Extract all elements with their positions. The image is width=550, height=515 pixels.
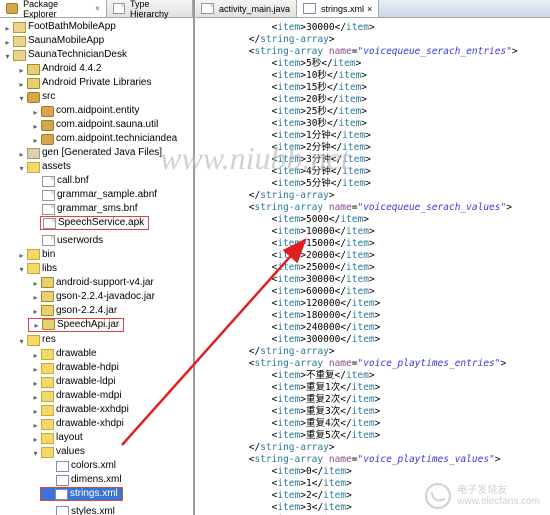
- jar-icon: [41, 291, 54, 302]
- gen-folder-node[interactable]: ▸gen [Generated Java Files]: [0, 146, 193, 160]
- tab-label: strings.xml: [321, 4, 364, 14]
- footer-watermark: 电子发烧友 www.elecfans.com: [425, 483, 540, 509]
- file-icon: [43, 218, 56, 229]
- xml-icon: [56, 475, 69, 486]
- highlighted-file[interactable]: ▸SpeechApi.jar: [28, 318, 124, 332]
- src-folder-node[interactable]: ▾src: [0, 90, 193, 104]
- project-icon: [13, 22, 26, 33]
- footer-url: www.elecfans.com: [457, 496, 540, 507]
- project-node[interactable]: ▸FootBathMobileApp: [0, 20, 193, 34]
- file-icon: [42, 176, 55, 187]
- folder-node[interactable]: ▸drawable-xhdpi: [0, 417, 193, 431]
- folder-node[interactable]: ▸bin: [0, 248, 193, 262]
- file-node[interactable]: call.bnf: [0, 174, 193, 188]
- file-node[interactable]: grammar_sms.bnf: [0, 202, 193, 216]
- folder-icon: [41, 377, 54, 388]
- package-explorer-panel: Package Explorer × Type Hierarchy ▸FootB…: [0, 0, 195, 515]
- folder-icon: [41, 419, 54, 430]
- package-node[interactable]: ▸com.aidpoint.techniciandea: [0, 132, 193, 146]
- editor-tab-strings-xml[interactable]: strings.xml ×: [297, 0, 379, 17]
- package-icon: [41, 120, 54, 131]
- gen-folder-icon: [27, 148, 40, 159]
- folder-node[interactable]: ▸drawable-hdpi: [0, 361, 193, 375]
- tab-package-explorer[interactable]: Package Explorer ×: [0, 0, 107, 17]
- tab-label: Package Explorer: [23, 0, 88, 19]
- folder-node[interactable]: ▸drawable: [0, 347, 193, 361]
- editor-tab-activity-main[interactable]: activity_main.java: [195, 0, 297, 17]
- jar-node[interactable]: ▸android-support-v4.jar: [0, 276, 193, 290]
- project-tree[interactable]: ▸FootBathMobileApp ▸SaunaMobileApp ▾Saun…: [0, 18, 193, 515]
- file-icon: [42, 204, 55, 215]
- folder-node[interactable]: ▾libs: [0, 262, 193, 276]
- file-icon: [42, 190, 55, 201]
- jar-node[interactable]: ▸gson-2.2.4.jar: [0, 304, 193, 318]
- project-icon: [13, 50, 26, 61]
- folder-node[interactable]: ▸drawable-ldpi: [0, 375, 193, 389]
- folder-node[interactable]: ▸drawable-mdpi: [0, 389, 193, 403]
- folder-node[interactable]: ▾values: [0, 445, 193, 459]
- project-node[interactable]: ▾SaunaTechnicianDesk: [0, 48, 193, 62]
- xml-file-icon: [303, 3, 316, 14]
- folder-icon: [41, 433, 54, 444]
- src-icon: [27, 92, 40, 103]
- code-editor[interactable]: <item>30000</item> </string-array> <stri…: [195, 18, 550, 515]
- hierarchy-icon: [113, 3, 125, 14]
- file-node[interactable]: userwords: [0, 234, 193, 248]
- library-icon: [27, 64, 40, 75]
- project-icon: [13, 36, 26, 47]
- folder-icon: [41, 405, 54, 416]
- highlighted-file[interactable]: SpeechService.apk: [40, 216, 149, 230]
- footer-brand: 电子发烧友: [457, 485, 540, 496]
- package-icon: [6, 3, 18, 14]
- file-node[interactable]: dimens.xml: [0, 473, 193, 487]
- folder-icon: [41, 447, 54, 458]
- file-node[interactable]: colors.xml: [0, 459, 193, 473]
- tab-label: Type Hierarchy: [130, 0, 186, 19]
- folder-icon: [41, 391, 54, 402]
- library-node[interactable]: ▸Android 4.4.2: [0, 62, 193, 76]
- folder-icon: [27, 335, 40, 346]
- folder-icon: [41, 363, 54, 374]
- folder-icon: [27, 249, 40, 260]
- xml-icon: [56, 461, 69, 472]
- library-icon: [27, 78, 40, 89]
- library-node[interactable]: ▸Android Private Libraries: [0, 76, 193, 90]
- package-icon: [41, 134, 54, 145]
- selected-file[interactable]: strings.xml: [40, 487, 123, 501]
- file-icon: [42, 235, 55, 246]
- close-icon[interactable]: ×: [367, 4, 372, 14]
- folder-node[interactable]: ▾assets: [0, 160, 193, 174]
- jar-icon: [41, 305, 54, 316]
- folder-icon: [41, 349, 54, 360]
- elecfans-logo-icon: [425, 483, 451, 509]
- editor-tabs: activity_main.java strings.xml ×: [195, 0, 550, 18]
- tab-type-hierarchy[interactable]: Type Hierarchy: [107, 0, 193, 17]
- jar-icon: [42, 319, 55, 330]
- file-node[interactable]: grammar_sample.abnf: [0, 188, 193, 202]
- package-node[interactable]: ▸com.aidpoint.sauna.util: [0, 118, 193, 132]
- package-icon: [41, 106, 54, 117]
- folder-icon: [27, 263, 40, 274]
- folder-node[interactable]: ▾res: [0, 333, 193, 347]
- java-file-icon: [201, 3, 214, 14]
- folder-icon: [27, 162, 40, 173]
- package-node[interactable]: ▸com.aidpoint.entity: [0, 104, 193, 118]
- file-node[interactable]: styles.xml: [0, 505, 193, 515]
- close-icon[interactable]: ×: [95, 4, 100, 13]
- view-tabs: Package Explorer × Type Hierarchy: [0, 0, 193, 18]
- xml-icon: [56, 506, 69, 515]
- folder-node[interactable]: ▸drawable-xxhdpi: [0, 403, 193, 417]
- jar-node[interactable]: ▸gson-2.2.4-javadoc.jar: [0, 290, 193, 304]
- jar-icon: [41, 277, 54, 288]
- editor-panel: activity_main.java strings.xml × <item>3…: [195, 0, 550, 515]
- folder-node[interactable]: ▸layout: [0, 431, 193, 445]
- tab-label: activity_main.java: [219, 4, 290, 14]
- xml-icon: [55, 489, 68, 500]
- project-node[interactable]: ▸SaunaMobileApp: [0, 34, 193, 48]
